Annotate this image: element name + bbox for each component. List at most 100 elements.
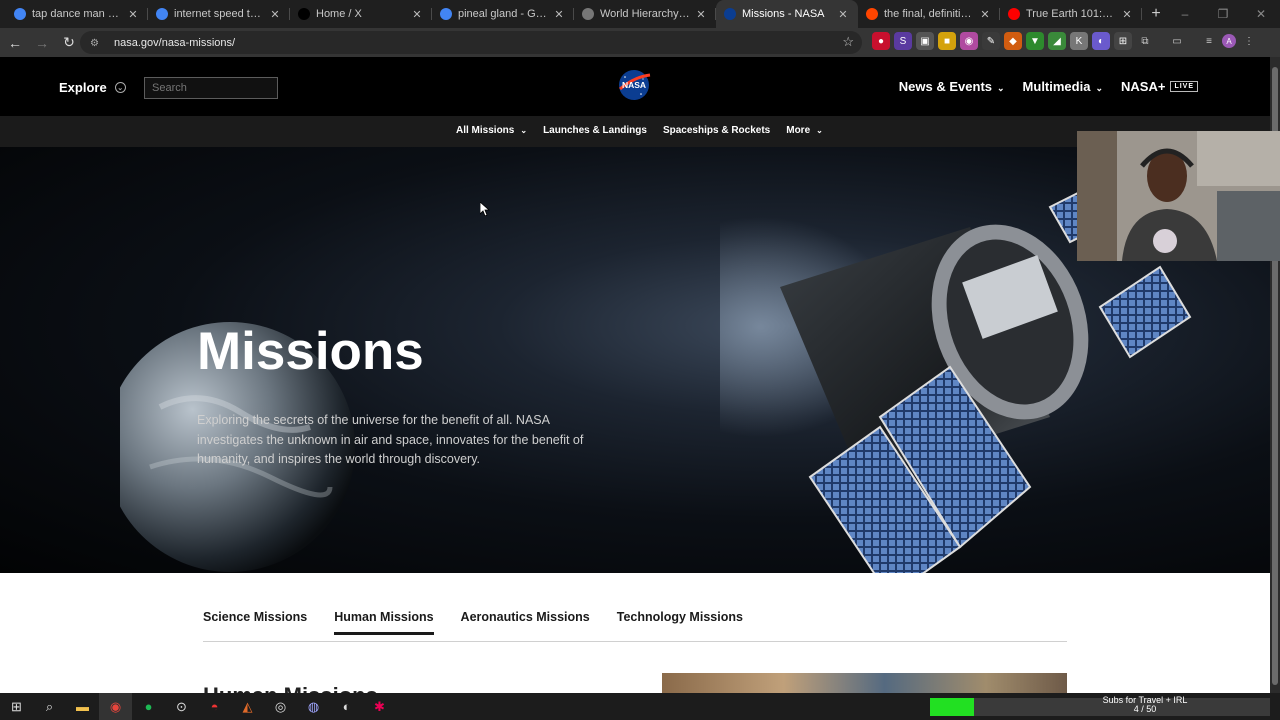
app-icon[interactable]: ⊙ [165,693,198,720]
search-input[interactable] [144,77,278,99]
nav-multimedia[interactable]: Multimedia ⌄ [1023,79,1103,94]
close-tab-icon[interactable]: ✕ [410,8,424,21]
tab-title: True Earth 101: History of [1026,8,1116,20]
side-panel-icon[interactable]: ▭ [1168,32,1186,50]
search-icon[interactable]: ⌕ [33,693,66,720]
app-icon[interactable]: ◭ [231,693,264,720]
tab-search-icon[interactable]: ≡ [1200,32,1218,50]
subnav-spaceships-rockets[interactable]: Spaceships & Rockets [663,125,770,136]
close-tab-icon[interactable]: ✕ [1120,8,1134,21]
puzzle-icon[interactable]: ⧉ [1136,32,1154,50]
app-icon[interactable]: ◐ [330,693,363,720]
minimize-icon[interactable]: – [1166,7,1204,21]
browser-tab[interactable]: tap dance man - Google S ✕ [6,0,148,28]
subs-goal-widget: Subs for Travel + IRL 4 / 50 [930,696,1280,718]
extension-icon[interactable]: ◉ [960,32,978,50]
explore-label: Explore [59,80,107,95]
webcam-overlay [1077,131,1280,261]
subs-progress-fill [930,698,975,716]
browser-tab[interactable]: World Hierarchy Letter 3.1 ✕ [574,0,716,28]
back-icon[interactable]: ← [3,31,27,55]
subnav-all-missions[interactable]: All Missions ⌄ [456,125,527,136]
close-tab-icon[interactable]: ✕ [836,8,850,21]
tab-title: internet speed test - Goog [174,8,264,20]
extension-icon[interactable]: ● [872,32,890,50]
mission-image [662,673,1067,693]
chrome-icon[interactable]: ◉ [99,693,132,720]
forward-icon[interactable]: → [30,31,54,55]
nav-news-events[interactable]: News & Events ⌄ [899,79,1005,94]
google-icon [440,8,452,20]
address-bar[interactable]: ⚙ nasa.gov/nasa-missions/ ☆ [80,31,862,54]
tab-title: Home / X [316,8,362,20]
chevron-down-icon: ⌄ [520,126,528,135]
tab-title: the final, definitive, BEYON [884,8,974,20]
browser-tab[interactable]: True Earth 101: History of ✕ [1000,0,1142,28]
mission-tab[interactable]: Technology Missions [617,610,743,635]
browser-tab[interactable]: internet speed test - Goog ✕ [148,0,290,28]
tab-title: World Hierarchy Letter 3.1 [600,8,690,20]
nasa-logo[interactable]: NASA [617,69,651,101]
profile-avatar[interactable]: A [1222,34,1236,48]
close-window-icon[interactable]: ✕ [1242,7,1280,21]
google-icon [156,8,168,20]
browser-tab[interactable]: Home / X ✕ [290,0,432,28]
mission-tab[interactable]: Aeronautics Missions [461,610,590,635]
subnav-more[interactable]: More ⌄ [786,125,823,136]
close-tab-icon[interactable]: ✕ [978,8,992,21]
chevron-down-icon: ⌄ [997,83,1005,93]
pokeball-icon[interactable]: ◓ [198,693,231,720]
explore-menu[interactable]: Explore ⌄ [59,80,126,95]
nav-nasa-plus[interactable]: NASA+ LIVE [1121,79,1198,94]
url-text: nasa.gov/nasa-missions/ [114,36,236,49]
browser-toolbar: ← → ↻ ⚙ nasa.gov/nasa-missions/ ☆ ● S ▣ … [0,28,1280,57]
youtube-icon [1008,8,1020,20]
restore-icon[interactable]: ❐ [1204,7,1242,21]
spotify-icon[interactable]: ● [132,693,165,720]
chevron-down-circle-icon: ⌄ [114,82,126,93]
tabs-divider [203,641,1067,642]
extension-icon[interactable]: S [894,32,912,50]
mission-tab[interactable]: Science Missions [203,610,307,635]
nasa-header: Explore ⌄ NASA News & Events⌄ Multimedia… [0,57,1270,116]
subnav-launches-landings[interactable]: Launches & Landings [543,125,647,136]
discord-icon[interactable]: ◍ [297,693,330,720]
extension-icon[interactable]: K [1070,32,1088,50]
browser-tab[interactable]: the final, definitive, BEYON ✕ [858,0,1000,28]
extension-icon[interactable]: ▼ [1026,32,1044,50]
obs-icon[interactable]: ◎ [264,693,297,720]
tab-title: tap dance man - Google S [32,8,122,20]
mission-category-tabs: Science Missions Human Missions Aeronautic… [203,610,743,635]
browser-tab[interactable]: Missions - NASA ✕ [716,0,858,28]
browser-tab-strip: tap dance man - Google S✕internet speed … [0,0,1280,28]
page-title: Missions [197,322,424,381]
close-tab-icon[interactable]: ✕ [694,8,708,21]
windows-start-icon[interactable]: ⊞ [0,693,33,720]
app-icon[interactable]: ✱ [363,693,396,720]
extension-icon[interactable]: ◢ [1048,32,1066,50]
mission-tab[interactable]: Human Missions [334,610,434,635]
tab-separator [1141,8,1142,20]
extension-icon[interactable]: ◐ [1092,32,1110,50]
menu-kebab-icon[interactable]: ⋮ [1240,32,1258,50]
extension-icon[interactable]: ⊞ [1114,32,1132,50]
site-info-icon[interactable]: ⚙ [90,38,102,49]
extension-icon[interactable]: ■ [938,32,956,50]
extension-icon[interactable]: ▣ [916,32,934,50]
hero-description: Exploring the secrets of the universe fo… [197,413,584,466]
browser-tab[interactable]: pineal gland - Google Sea ✕ [432,0,574,28]
close-tab-icon[interactable]: ✕ [126,8,140,21]
primary-nav: News & Events ⌄ Multimedia ⌄ NASA+ LIVE [899,79,1198,94]
extension-icon[interactable]: ✎ [982,32,1000,50]
tab-title: Missions - NASA [742,8,825,20]
reload-icon[interactable]: ↻ [57,31,81,55]
subs-goal-count: 4 / 50 [1133,704,1157,714]
extension-icon[interactable]: ◆ [1004,32,1022,50]
close-tab-icon[interactable]: ✕ [552,8,566,21]
file-explorer-icon[interactable]: ▬ [66,693,99,720]
svg-text:NASA: NASA [622,80,646,90]
google-icon [14,8,26,20]
bookmark-star-icon[interactable]: ☆ [842,34,854,50]
close-tab-icon[interactable]: ✕ [268,8,282,21]
x-icon [298,8,310,20]
